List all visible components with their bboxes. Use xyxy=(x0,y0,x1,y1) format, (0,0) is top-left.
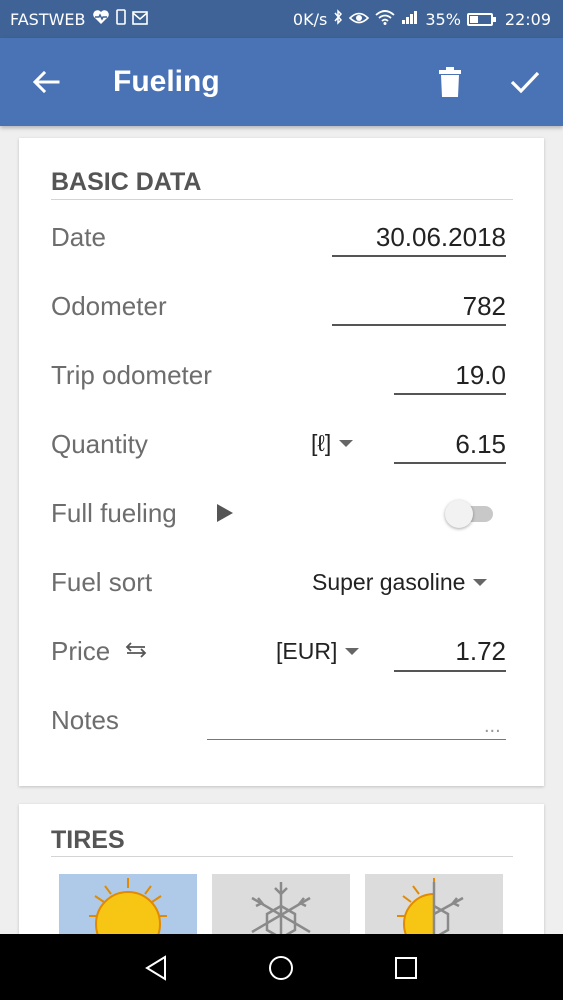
swap-icon[interactable] xyxy=(125,641,147,665)
odometer-field[interactable]: 782 xyxy=(332,291,506,322)
arrow-back-icon xyxy=(32,70,60,94)
trip-odometer-label: Trip odometer xyxy=(51,360,212,390)
clock: 22:09 xyxy=(504,9,551,29)
confirm-button[interactable] xyxy=(505,62,545,102)
phone-icon xyxy=(115,9,126,29)
mail-icon xyxy=(131,10,148,29)
battery-icon xyxy=(466,12,496,26)
app-bar: Fueling xyxy=(0,38,563,126)
wifi-icon xyxy=(375,9,395,29)
tires-card: TIRES xyxy=(19,804,544,944)
notes-field[interactable] xyxy=(207,739,506,740)
signal-icon xyxy=(401,9,419,29)
system-recents-button[interactable] xyxy=(386,948,426,988)
fuel-sort-select[interactable]: Super gasoline xyxy=(312,569,488,596)
notes-field-placeholder: ... xyxy=(484,715,501,737)
page-title: Fueling xyxy=(113,65,220,98)
currency-select[interactable]: [EUR] xyxy=(276,638,360,665)
check-icon xyxy=(510,71,540,94)
trip-odometer-field[interactable]: 19.0 xyxy=(394,360,506,391)
system-home-button[interactable] xyxy=(261,948,301,988)
notes-label: Notes xyxy=(51,705,119,735)
price-field-underline xyxy=(394,670,506,672)
carrier-name: FASTWEB xyxy=(10,9,86,29)
play-icon[interactable] xyxy=(217,504,233,522)
heart-pulse-icon xyxy=(92,9,110,29)
chevron-down-icon xyxy=(473,579,488,586)
quantity-field[interactable]: 6.15 xyxy=(394,429,506,460)
quantity-unit-select[interactable]: [ℓ] xyxy=(311,430,354,457)
home-circle-icon xyxy=(269,956,293,980)
full-fueling-toggle[interactable] xyxy=(445,498,497,528)
chevron-down-icon xyxy=(339,440,354,447)
system-back-button[interactable] xyxy=(136,948,176,988)
price-label: Price xyxy=(51,636,111,666)
price-field[interactable]: 1.72 xyxy=(394,636,506,667)
recents-square-icon xyxy=(395,957,417,979)
network-speed: 0K/s xyxy=(292,9,328,29)
trash-icon xyxy=(439,67,461,97)
section-divider xyxy=(51,199,513,200)
date-field-underline xyxy=(332,255,506,257)
fuel-sort-label: Fuel sort xyxy=(51,567,153,597)
fuel-sort-value: Super gasoline xyxy=(312,569,466,595)
back-triangle-icon xyxy=(145,955,166,981)
full-fueling-label: Full fueling xyxy=(51,498,177,528)
currency-value: [EUR] xyxy=(276,638,338,664)
section-title-tires: TIRES xyxy=(51,826,125,854)
toggle-thumb xyxy=(445,500,473,528)
date-label: Date xyxy=(51,222,106,252)
quantity-label: Quantity xyxy=(51,429,148,459)
bluetooth-icon xyxy=(333,9,343,29)
status-bar: FASTWEB 0K/s 35% 22:09 xyxy=(0,0,563,38)
date-field[interactable]: 30.06.2018 xyxy=(332,222,506,253)
section-divider xyxy=(51,856,513,857)
trip-odometer-field-underline xyxy=(394,393,506,395)
section-title-basic-data: BASIC DATA xyxy=(51,168,202,196)
quantity-unit-value: [ℓ] xyxy=(311,430,332,456)
delete-button[interactable] xyxy=(430,62,470,102)
eye-icon xyxy=(349,10,370,29)
system-nav-bar xyxy=(0,934,563,1000)
odometer-field-underline xyxy=(332,324,506,326)
basic-data-card: BASIC DATA Date 30.06.2018 Odometer 782 … xyxy=(19,138,544,786)
battery-percent: 35% xyxy=(425,9,461,29)
odometer-label: Odometer xyxy=(51,291,167,321)
quantity-field-underline xyxy=(394,462,506,464)
back-button[interactable] xyxy=(26,62,66,102)
chevron-down-icon xyxy=(345,648,360,655)
